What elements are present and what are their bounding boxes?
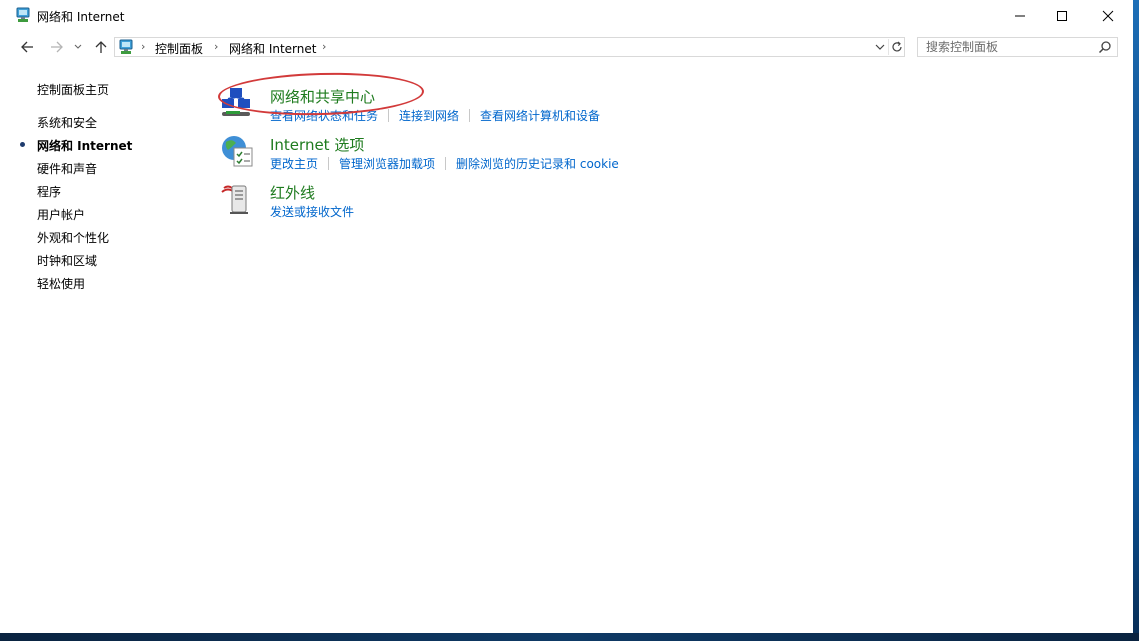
- chevron-right-icon[interactable]: ›: [214, 40, 218, 53]
- refresh-button[interactable]: [888, 39, 905, 55]
- sidebar-item-appearance[interactable]: 外观和个性化: [37, 229, 109, 246]
- address-bar[interactable]: › 控制面板 › 网络和 Internet ›: [114, 37, 905, 57]
- up-button[interactable]: [91, 37, 111, 57]
- title-bar[interactable]: 网络和 Internet: [0, 0, 1133, 31]
- link-separator: [469, 109, 471, 122]
- desktop-wallpaper: [1133, 0, 1139, 641]
- sidebar-item-control-panel-home[interactable]: 控制面板主页: [37, 81, 109, 98]
- arrow-up-icon: [95, 41, 107, 53]
- search-box[interactable]: [917, 37, 1118, 57]
- sidebar-item-network-internet[interactable]: 网络和 Internet: [37, 137, 132, 154]
- internet-options-icon[interactable]: [220, 134, 260, 174]
- infrared-link[interactable]: 红外线: [270, 182, 315, 203]
- sidebar-item-user-accounts[interactable]: 用户帐户: [37, 206, 85, 223]
- arrow-left-icon: [21, 41, 33, 53]
- maximize-button[interactable]: [1039, 0, 1085, 31]
- manage-browser-addons-link[interactable]: 管理浏览器加载项: [339, 157, 435, 171]
- arrow-right-icon: [51, 41, 63, 53]
- delete-browsing-history-link[interactable]: 删除浏览的历史记录和 cookie: [456, 157, 619, 171]
- chevron-down-icon: [875, 44, 885, 50]
- address-dropdown-button[interactable]: [873, 39, 887, 55]
- breadcrumb-control-panel[interactable]: 控制面板: [155, 40, 203, 57]
- control-panel-icon: [15, 7, 31, 23]
- sidebar-item-system-security[interactable]: 系统和安全: [37, 114, 97, 131]
- close-button[interactable]: [1085, 0, 1131, 31]
- infrared-tasks: 发送或接收文件: [270, 203, 354, 220]
- search-icon[interactable]: [1098, 40, 1112, 54]
- control-panel-window: 网络和 Internet › 控制面板 › 网络和 Internet › 搜索控…: [0, 0, 1133, 633]
- window-title: 网络和 Internet: [37, 10, 125, 24]
- desktop-wallpaper: [0, 633, 1139, 641]
- chevron-right-icon[interactable]: ›: [322, 40, 326, 53]
- chevron-down-icon: [74, 44, 82, 49]
- internet-options-link[interactable]: Internet 选项: [270, 134, 364, 155]
- refresh-icon: [892, 41, 902, 52]
- search-input[interactable]: [918, 38, 1096, 56]
- sidebar-item-ease-of-access[interactable]: 轻松使用: [37, 275, 85, 292]
- link-separator: [388, 109, 390, 122]
- recent-locations-button[interactable]: [71, 37, 85, 57]
- infrared-icon[interactable]: [220, 182, 260, 222]
- send-receive-files-link[interactable]: 发送或接收文件: [270, 205, 354, 219]
- minimize-button[interactable]: [997, 0, 1043, 31]
- back-button[interactable]: [17, 37, 37, 57]
- link-separator: [328, 157, 330, 170]
- chevron-right-icon[interactable]: ›: [141, 40, 145, 53]
- active-bullet-icon: [20, 142, 25, 147]
- link-separator: [445, 157, 447, 170]
- change-home-page-link[interactable]: 更改主页: [270, 157, 318, 171]
- forward-button[interactable]: [47, 37, 67, 57]
- sidebar-item-clock-region[interactable]: 时钟和区域: [37, 252, 97, 269]
- control-panel-icon: [118, 39, 134, 55]
- breadcrumb-network-internet[interactable]: 网络和 Internet: [229, 40, 316, 57]
- sidebar-item-programs[interactable]: 程序: [37, 183, 61, 200]
- sidebar-item-hardware-sound[interactable]: 硬件和声音: [37, 160, 97, 177]
- connect-to-network-link[interactable]: 连接到网络: [399, 109, 459, 123]
- view-network-computers-link[interactable]: 查看网络计算机和设备: [480, 109, 600, 123]
- internet-options-tasks: 更改主页 管理浏览器加载项 删除浏览的历史记录和 cookie: [270, 155, 619, 172]
